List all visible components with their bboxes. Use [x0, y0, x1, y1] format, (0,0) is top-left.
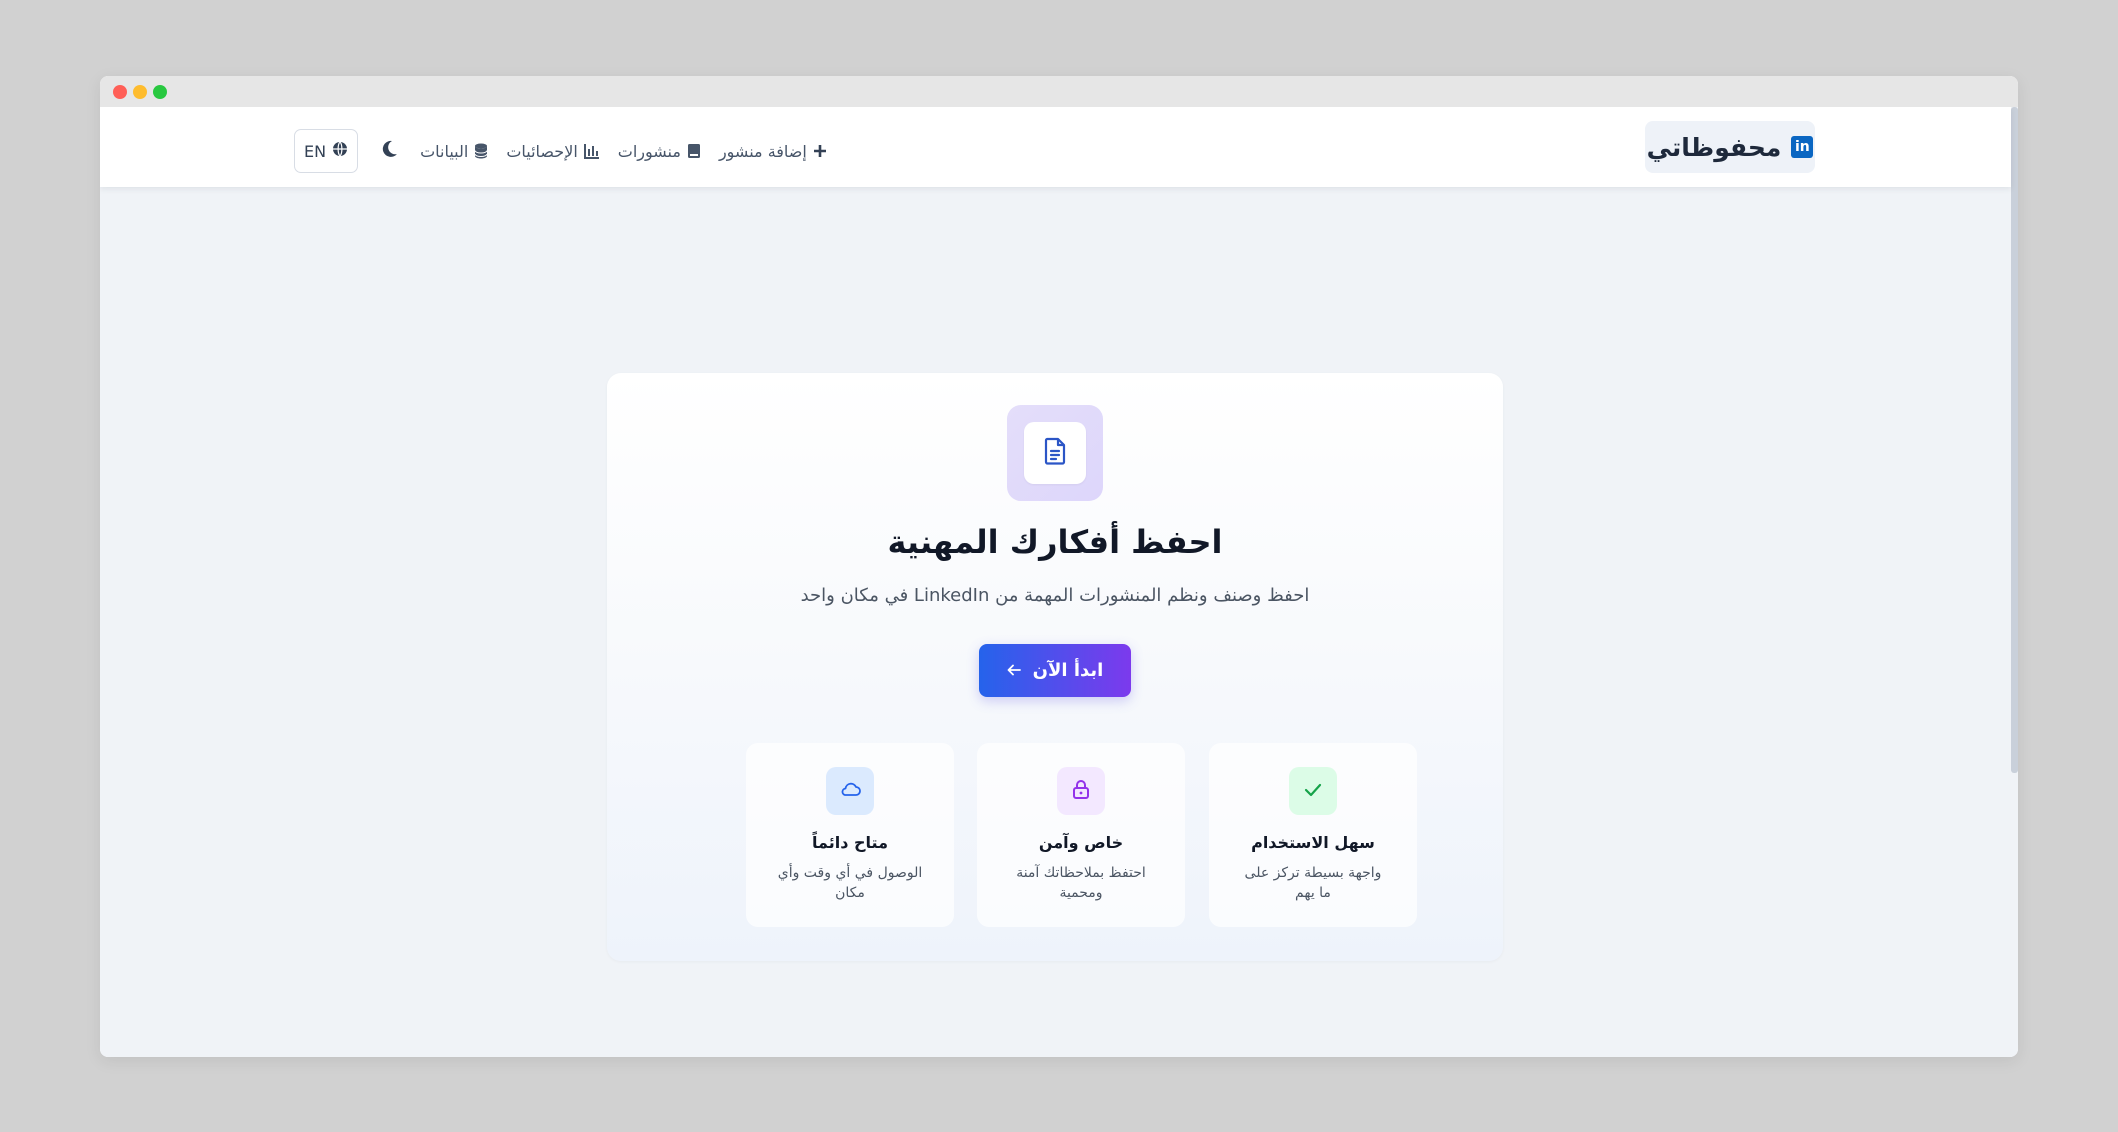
main-nav: EN البيانات الإحصائيات منشورات إضافة منش…	[294, 129, 827, 173]
linkedin-logo-icon: in	[1791, 136, 1814, 158]
hero-icon-container	[1007, 405, 1103, 501]
feature-description: الوصول في أي وقت وأي مكان	[777, 865, 923, 901]
database-icon	[474, 143, 488, 159]
brand[interactable]: in محفوظاتي	[1645, 121, 1815, 173]
feature-description: احتفظ بملاحظاتك آمنة ومحمية	[1016, 865, 1146, 901]
feature-description: واجهة بسيطة تركز على ما يهم	[1244, 865, 1382, 901]
bar-chart-icon	[583, 143, 600, 159]
feature-card-secure: خاص وآمن احتفظ بملاحظاتك آمنة ومحمية	[977, 743, 1185, 927]
hero-card: احفظ أفكارك المهنية احفظ وصنف ونظم المنش…	[607, 373, 1503, 961]
nav-item-statistics[interactable]: الإحصائيات	[506, 142, 599, 161]
moon-icon	[379, 139, 399, 163]
title-bar	[100, 76, 2018, 107]
hero-title: احفظ أفكارك المهنية	[887, 523, 1223, 561]
lang-label: EN	[304, 141, 327, 161]
app-header: in محفوظاتي EN البيانات الإحصائيات منشور…	[100, 107, 2011, 187]
cta-label: ابدأ الآن	[1032, 660, 1104, 681]
feature-icon-container	[1057, 767, 1105, 815]
feature-title: خاص وآمن	[1038, 833, 1124, 852]
nav-item-label: الإحصائيات	[506, 141, 578, 161]
minimize-window-button[interactable]	[133, 85, 147, 99]
feature-title: متاح دائماً	[812, 833, 888, 852]
nav-item-label: البيانات	[420, 141, 469, 161]
feature-card-available: متاح دائماً الوصول في أي وقت وأي مكان	[746, 743, 954, 927]
document-icon	[1042, 437, 1068, 469]
hero-icon-inner	[1024, 422, 1086, 484]
scrollbar[interactable]	[2011, 107, 2018, 1057]
nav-item-posts[interactable]: منشورات	[618, 142, 701, 161]
hero-subtitle: احفظ وصنف ونظم المنشورات المهمة من Linke…	[800, 585, 1310, 606]
check-icon	[1304, 782, 1322, 801]
feature-icon-container	[1289, 767, 1337, 815]
theme-toggle-button[interactable]	[376, 138, 402, 164]
page-viewport: in محفوظاتي EN البيانات الإحصائيات منشور…	[100, 107, 2018, 1057]
browser-window: in محفوظاتي EN البيانات الإحصائيات منشور…	[100, 76, 2018, 1057]
nav-item-data[interactable]: البيانات	[420, 142, 488, 161]
feature-title: سهل الاستخدام	[1251, 833, 1375, 852]
plus-icon	[813, 144, 827, 158]
book-icon	[687, 143, 701, 159]
get-started-button[interactable]: ابدأ الآن	[979, 644, 1131, 697]
maximize-window-button[interactable]	[153, 85, 167, 99]
arrow-left-icon	[1007, 660, 1021, 681]
feature-card-easy: سهل الاستخدام واجهة بسيطة تركز على ما يه…	[1209, 743, 1417, 927]
language-toggle-button[interactable]: EN	[294, 129, 359, 173]
nav-item-label: إضافة منشور	[718, 141, 807, 161]
globe-icon	[332, 141, 348, 161]
scrollbar-thumb[interactable]	[2011, 107, 2018, 773]
cloud-icon	[839, 781, 861, 801]
lock-icon	[1072, 779, 1090, 803]
nav-item-add-post[interactable]: إضافة منشور	[719, 142, 827, 161]
nav-item-label: منشورات	[617, 141, 681, 161]
close-window-button[interactable]	[113, 85, 127, 99]
brand-title: محفوظاتي	[1646, 132, 1782, 162]
feature-icon-container	[826, 767, 874, 815]
